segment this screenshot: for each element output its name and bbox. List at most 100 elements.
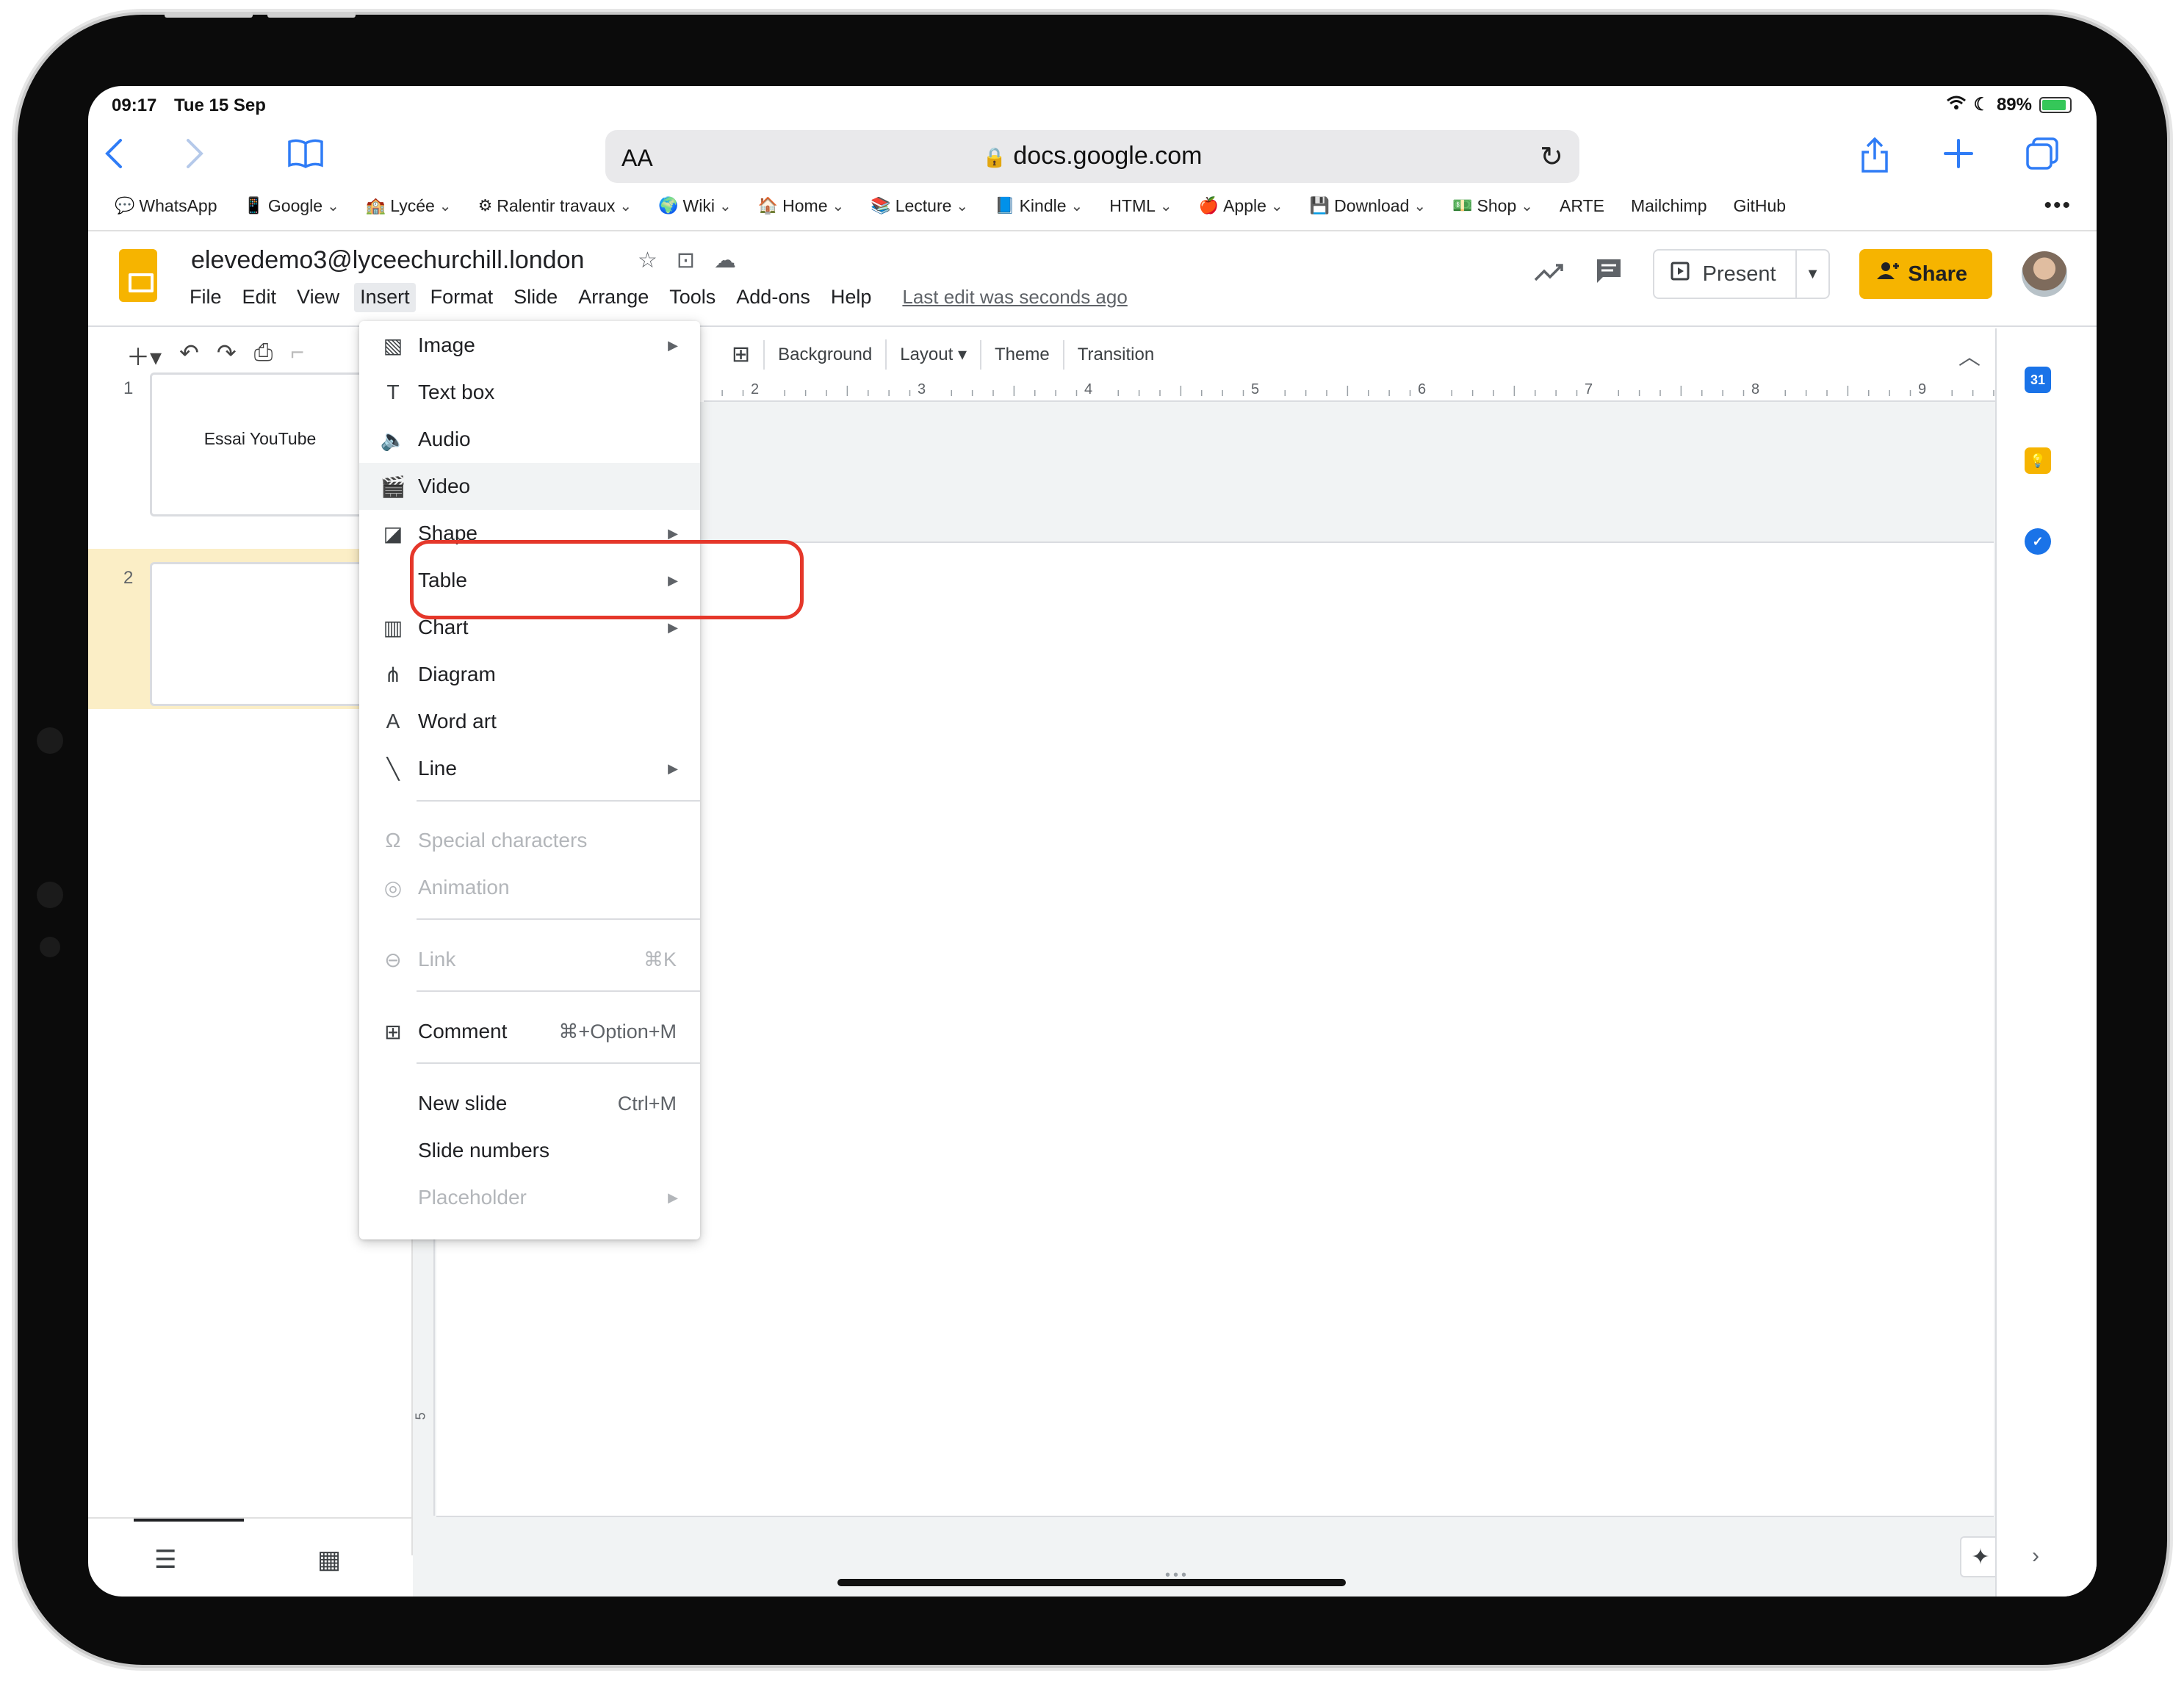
- slide-thumbnail-text: Essai YouTube: [203, 429, 317, 448]
- battery-percent: 89%: [1996, 94, 2032, 115]
- insert-menu-image[interactable]: ▧ Image ▶: [359, 322, 700, 369]
- menu-slide[interactable]: Slide: [508, 283, 563, 312]
- bookmark-label: Apple: [1223, 195, 1266, 215]
- share-icon[interactable]: [1860, 137, 1889, 180]
- calendar-icon[interactable]: 31: [2025, 367, 2051, 393]
- slide-thumbnail-2[interactable]: [150, 562, 370, 706]
- chart-icon: ▥: [383, 616, 403, 639]
- insert-menu-text-box[interactable]: T Text box: [359, 369, 700, 416]
- bookmark-ralentir-travaux[interactable]: ⚙ Ralentir travaux ⌄: [478, 196, 633, 216]
- insert-menu-video[interactable]: 🎬 Video: [359, 463, 700, 510]
- bookmark-label: Kindle: [1019, 195, 1067, 215]
- chevron-down-icon: ⌄: [718, 198, 732, 215]
- filmstrip-view-icon[interactable]: ☰: [154, 1545, 176, 1574]
- bookmark-lecture[interactable]: 📚 Lecture ⌄: [871, 196, 968, 216]
- grid-view-icon[interactable]: ▦: [317, 1545, 341, 1574]
- insert-menu-new-slide[interactable]: New slide Ctrl+M: [359, 1080, 700, 1127]
- bookmark-github[interactable]: GitHub: [1734, 196, 1787, 216]
- collapse-toolbar-icon[interactable]: ︿: [1958, 339, 1981, 371]
- bookmark-arte[interactable]: ARTE: [1560, 196, 1604, 216]
- bookmark-label: Shop: [1477, 195, 1517, 215]
- document-title[interactable]: elevedemo3@lyceechurchill.london: [191, 246, 584, 275]
- toolbar-layout-button[interactable]: Layout ▾: [885, 339, 980, 370]
- bookmarks-more-icon[interactable]: •••: [2044, 193, 2072, 218]
- present-button[interactable]: Present ▼: [1652, 249, 1831, 299]
- bookmark-lyc-e[interactable]: 🏫 Lycée ⌄: [366, 196, 452, 216]
- menu-format[interactable]: Format: [425, 283, 500, 312]
- menu-help[interactable]: Help: [825, 283, 878, 312]
- forward-icon[interactable]: [184, 137, 206, 176]
- bookmark-label: Home: [782, 195, 828, 215]
- browser-divider: [88, 230, 2097, 231]
- expand-side-panel-icon[interactable]: ›: [2032, 1544, 2039, 1569]
- move-folder-icon[interactable]: ⊡: [677, 248, 695, 273]
- undo-icon[interactable]: ↶: [179, 339, 199, 372]
- word-art-icon: A: [386, 710, 400, 732]
- menu-insert[interactable]: Insert: [354, 283, 416, 312]
- cloud-status-icon[interactable]: ☁: [714, 248, 736, 273]
- keep-icon[interactable]: 💡: [2025, 447, 2051, 474]
- menu-item-label: Text box: [418, 381, 495, 403]
- present-options-dropdown[interactable]: ▼: [1795, 251, 1829, 298]
- redo-icon[interactable]: ↷: [217, 339, 237, 372]
- submenu-arrow-icon: ▶: [668, 337, 678, 353]
- activity-trend-icon[interactable]: [1534, 259, 1565, 290]
- address-bar[interactable]: AA 🔒 docs.google.com ↻: [605, 130, 1579, 183]
- bookmark-mailchimp[interactable]: Mailchimp: [1631, 196, 1707, 216]
- insert-menu-word-art[interactable]: A Word art: [359, 698, 700, 745]
- bookmark-home[interactable]: 🏠 Home ⌄: [758, 196, 845, 216]
- toolbar-theme-button[interactable]: Theme: [980, 339, 1063, 370]
- toolbar-left: ＋▾ ↶ ↷ ⎙ ⌐: [126, 339, 304, 372]
- lock-icon: 🔒: [982, 146, 1006, 168]
- new-tab-icon[interactable]: [1942, 137, 1975, 176]
- bookmark-wiki[interactable]: 🌍 Wiki ⌄: [658, 196, 732, 216]
- bookmark-kindle[interactable]: 📘 Kindle ⌄: [995, 196, 1083, 216]
- front-camera: [37, 727, 63, 754]
- menu-file[interactable]: File: [184, 283, 228, 312]
- slide-thumbnail-1[interactable]: Essai YouTube: [150, 372, 370, 516]
- user-avatar[interactable]: [2022, 251, 2067, 297]
- tabs-icon[interactable]: [2025, 137, 2060, 177]
- insert-menu-comment[interactable]: ⊞ Comment ⌘+Option+M: [359, 1008, 700, 1055]
- bookmark-label: Download: [1334, 195, 1410, 215]
- paint-format-icon[interactable]: ⌐: [290, 339, 304, 372]
- menu-add-ons[interactable]: Add-ons: [730, 283, 816, 312]
- bookmark-apple[interactable]: 🍎 Apple ⌄: [1199, 196, 1283, 216]
- slides-logo-icon[interactable]: [119, 249, 157, 302]
- insert-comment-icon[interactable]: ⊞: [718, 337, 763, 372]
- menu-view[interactable]: View: [291, 283, 345, 312]
- bookmark-shop[interactable]: 💵 Shop ⌄: [1452, 196, 1533, 216]
- menu-tools[interactable]: Tools: [663, 283, 721, 312]
- url-display[interactable]: 🔒 docs.google.com: [605, 142, 1579, 170]
- star-icon[interactable]: ☆: [638, 248, 657, 273]
- bookmark-google[interactable]: 📱 Google ⌄: [244, 196, 339, 216]
- menu-edit[interactable]: Edit: [237, 283, 283, 312]
- menu-item-label: Video: [418, 475, 471, 497]
- toolbar-transition-button[interactable]: Transition: [1062, 339, 1167, 370]
- menu-separator: [417, 990, 700, 992]
- bookmark-html[interactable]: HTML ⌄: [1109, 196, 1172, 216]
- toolbar-background-button[interactable]: Background: [763, 339, 885, 370]
- bookmarks-book-icon[interactable]: [286, 137, 325, 176]
- bookmark-label: Lecture: [895, 195, 952, 215]
- insert-menu-diagram[interactable]: ⋔ Diagram: [359, 651, 700, 698]
- comments-icon[interactable]: [1594, 256, 1623, 292]
- bookmark-download[interactable]: 💾 Download ⌄: [1310, 196, 1426, 216]
- present-main[interactable]: Present: [1654, 262, 1795, 287]
- insert-menu-line[interactable]: ╲ Line ▶: [359, 745, 700, 792]
- tasks-icon[interactable]: ✓: [2025, 528, 2051, 555]
- print-icon[interactable]: ⎙: [254, 339, 273, 372]
- chevron-down-icon: ⌄: [956, 198, 969, 215]
- new-slide-plus-icon[interactable]: ＋▾: [126, 339, 162, 372]
- share-button[interactable]: Share: [1859, 249, 1992, 299]
- insert-menu-slide-numbers[interactable]: Slide numbers: [359, 1127, 700, 1174]
- ruler-label: 2: [751, 381, 760, 397]
- insert-menu-audio[interactable]: 🔈 Audio: [359, 416, 700, 463]
- last-edit-link[interactable]: Last edit was seconds ago: [902, 283, 1127, 312]
- bookmark-whatsapp[interactable]: 💬 WhatsApp: [115, 196, 217, 216]
- back-icon[interactable]: [103, 137, 125, 176]
- menu-arrange[interactable]: Arrange: [572, 283, 655, 312]
- menu-item-label: Word art: [418, 710, 497, 732]
- reload-icon[interactable]: ↻: [1540, 140, 1563, 173]
- bookmark-label: Google: [267, 195, 323, 215]
